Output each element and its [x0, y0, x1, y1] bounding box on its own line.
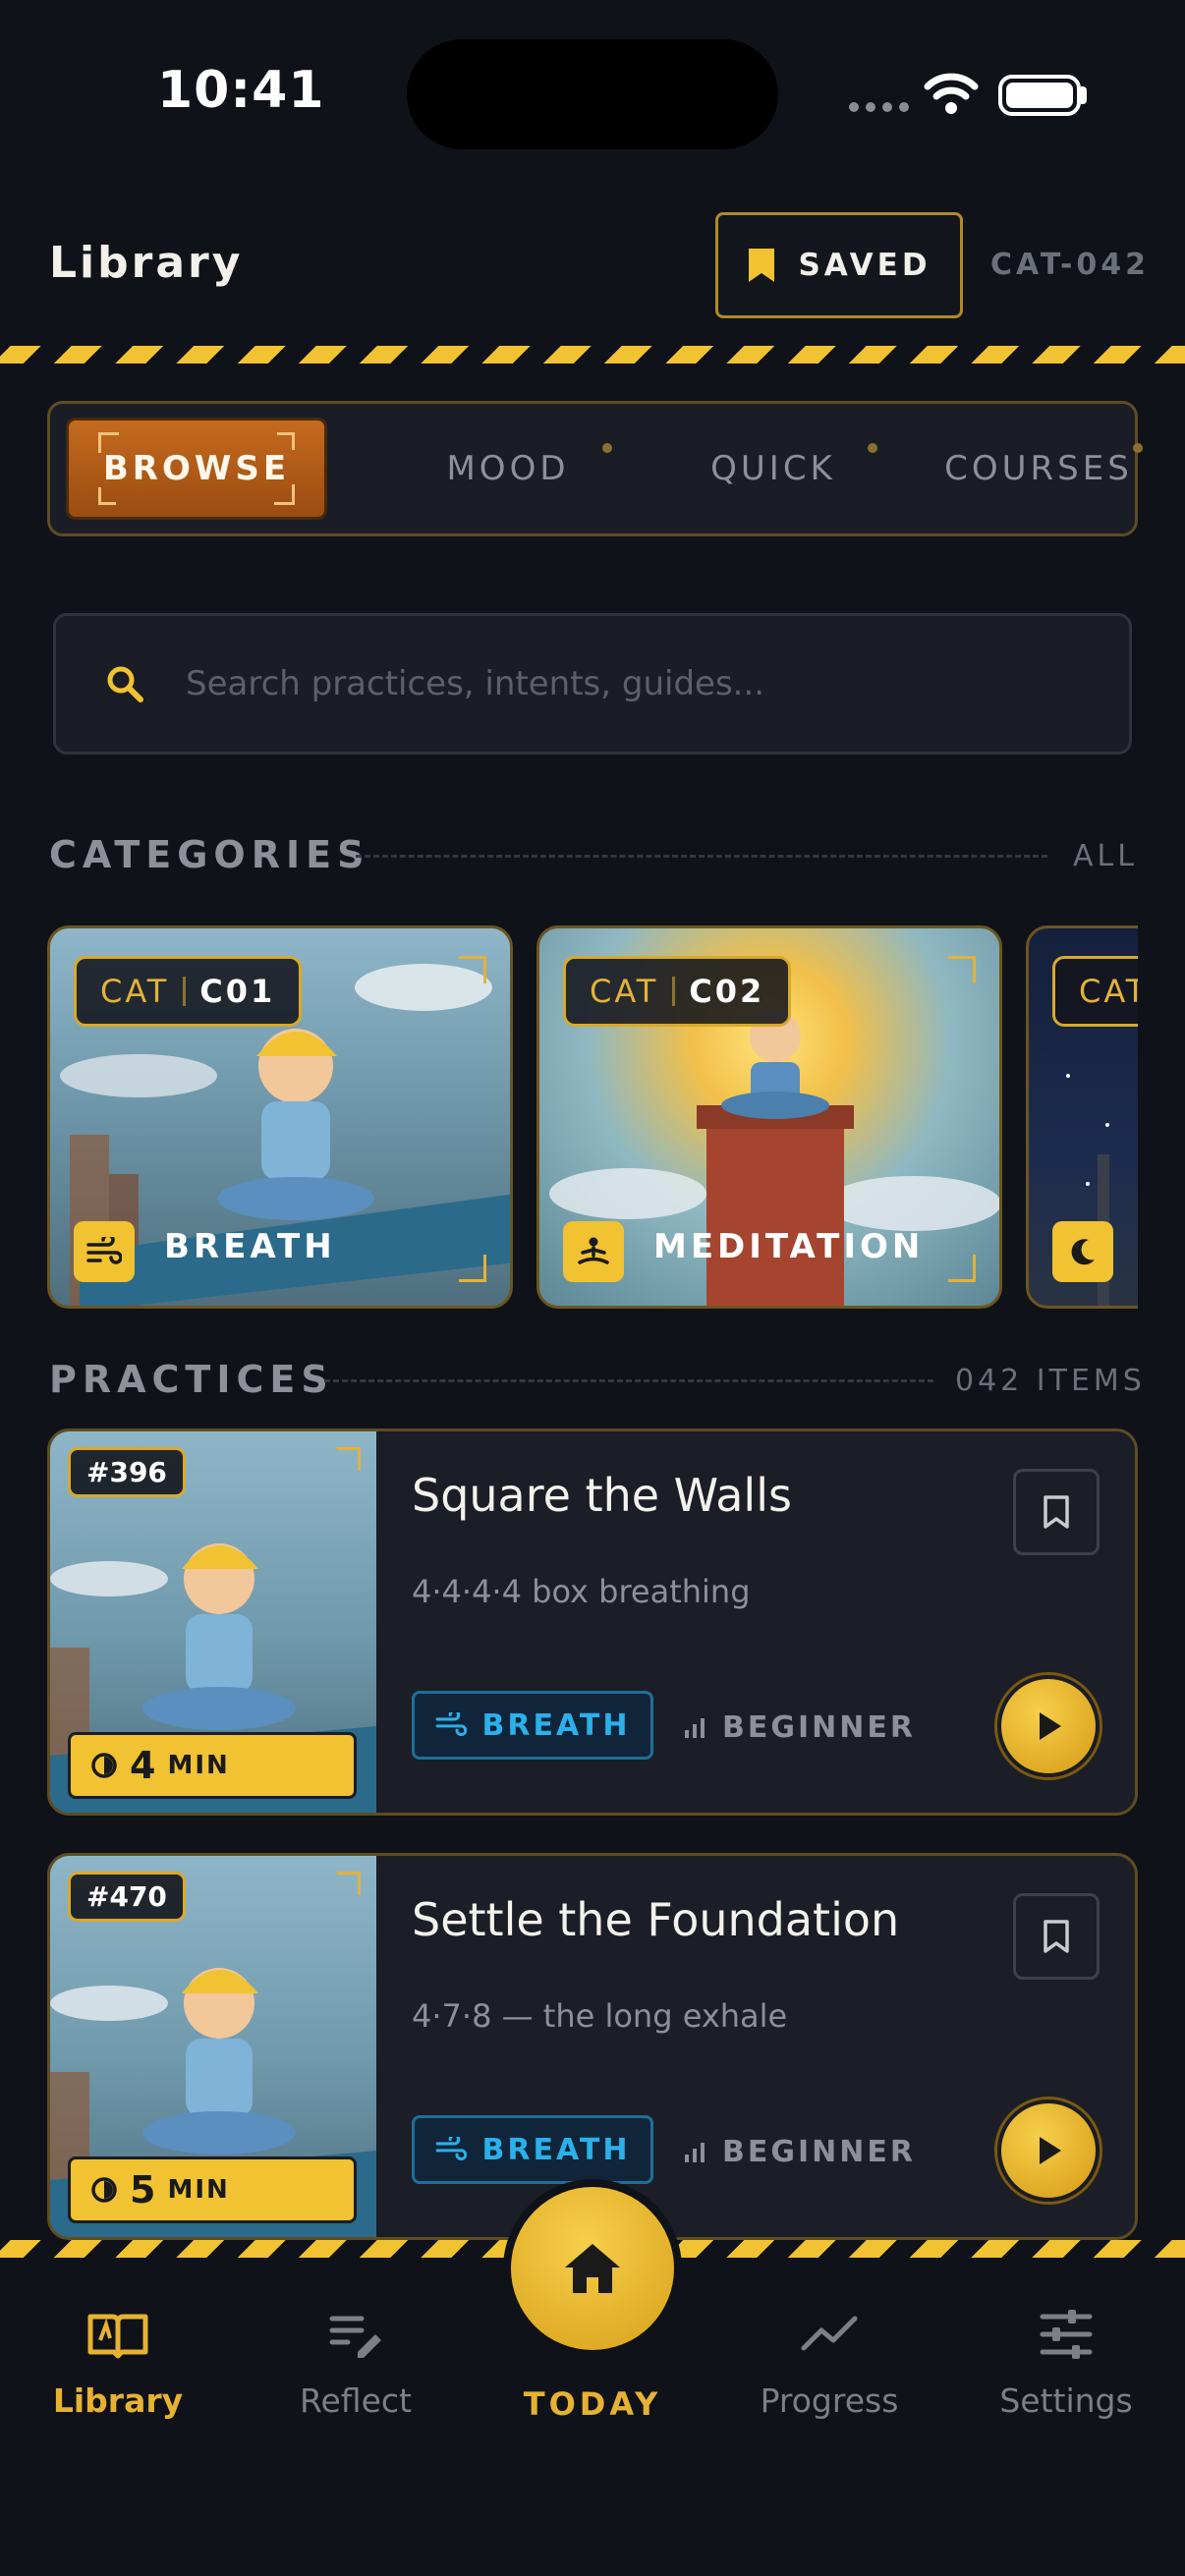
edit-notes-icon: [329, 2316, 381, 2358]
category-card-breath[interactable]: CAT C01 BREATH: [47, 925, 513, 1309]
segmented-tabs: BROWSE MOOD QUICK COURSES: [47, 401, 1143, 536]
search-icon: [107, 666, 143, 702]
practice-thumbnail: #396 4 MIN: [50, 1431, 376, 1813]
timer-icon: [91, 2177, 117, 2203]
tab-courses-label: COURSES: [944, 449, 1133, 488]
tab-courses[interactable]: COURSES: [909, 418, 1168, 520]
wind-icon: [435, 2137, 467, 2161]
tab-quick-label: QUICK: [710, 449, 836, 488]
categories-all-link[interactable]: ALL: [1073, 839, 1138, 873]
today-home-button[interactable]: [503, 2179, 682, 2358]
practices-count: 042 ITEMS: [955, 1364, 1146, 1398]
category-label: BREATH: [164, 1227, 336, 1266]
nav-today-label: TODAY: [523, 2385, 662, 2423]
category-code-pill: CAT C01: [74, 956, 303, 1027]
bookmark-button[interactable]: [1013, 1893, 1100, 1980]
tab-mood-label: MOOD: [446, 449, 570, 488]
search-input[interactable]: [186, 664, 1070, 703]
practice-card[interactable]: #396 4 MIN Square the Walls 4·4·4·4 box b…: [47, 1428, 1138, 1816]
category-label: MEDITATION: [653, 1227, 925, 1266]
play-icon: [1040, 2137, 1061, 2164]
bookmark-outline-icon: [1044, 1920, 1069, 1953]
tab-mood[interactable]: MOOD: [378, 418, 638, 520]
practice-title: Square the Walls: [412, 1469, 792, 1522]
trend-line-icon: [801, 2316, 858, 2351]
play-button[interactable]: [997, 2100, 1100, 2202]
saved-button-label: SAVED: [798, 248, 931, 283]
wifi-icon: [924, 73, 979, 114]
home-icon: [565, 2244, 620, 2293]
wind-icon: [74, 1221, 135, 1282]
nav-library[interactable]: Library: [20, 2309, 216, 2420]
category-card-sleep[interactable]: CAT: [1026, 925, 1138, 1309]
practice-number: #396: [68, 1447, 186, 1497]
category-code-pill: CAT: [1052, 956, 1138, 1027]
timer-icon: [91, 1753, 117, 1778]
hazard-stripe-divider: [0, 346, 1185, 364]
tab-browse[interactable]: BROWSE: [66, 418, 327, 520]
practice-subtitle: 4·7·8 — the long exhale: [412, 1997, 788, 2035]
practice-title: Settle the Foundation: [412, 1893, 900, 1946]
battery-icon: [998, 75, 1081, 116]
book-open-icon: [87, 2314, 148, 2359]
moon-icon: [1052, 1221, 1113, 1282]
practice-level: BEGINNER: [683, 1710, 916, 1745]
nav-settings-label: Settings: [999, 2381, 1133, 2420]
catalog-code: CAT-042: [990, 248, 1151, 282]
bookmark-button[interactable]: [1013, 1469, 1100, 1555]
tab-quick[interactable]: QUICK: [644, 418, 903, 520]
meditation-icon: [563, 1221, 624, 1282]
nav-reflect[interactable]: Reflect: [257, 2309, 454, 2420]
nav-reflect-label: Reflect: [300, 2381, 412, 2420]
wind-icon: [435, 1712, 467, 1737]
practice-tag: BREATH: [412, 1691, 653, 1760]
sliders-icon: [1040, 2310, 1093, 2359]
tab-browse-label: BROWSE: [102, 449, 291, 488]
duration-badge: 5 MIN: [68, 2156, 357, 2223]
nav-progress-label: Progress: [760, 2381, 899, 2420]
practice-level: BEGINNER: [683, 2135, 916, 2169]
category-code-pill: CAT C02: [563, 956, 792, 1027]
nav-progress[interactable]: Progress: [731, 2309, 928, 2420]
bookmark-outline-icon: [1044, 1495, 1069, 1529]
practices-heading: PRACTICES: [49, 1358, 334, 1401]
signal-bars-icon: [685, 2142, 705, 2162]
duration-badge: 4 MIN: [68, 1732, 357, 1799]
signal-bars-icon: [685, 1717, 705, 1738]
practice-number: #470: [68, 1872, 186, 1922]
dynamic-island: [407, 39, 778, 149]
play-icon: [1040, 1712, 1061, 1740]
practice-subtitle: 4·4·4·4 box breathing: [412, 1573, 751, 1610]
practice-tag: BREATH: [412, 2115, 653, 2184]
category-card-meditation[interactable]: CAT C02 MEDITATION: [536, 925, 1002, 1309]
page-title: Library: [49, 238, 244, 288]
play-button[interactable]: [997, 1675, 1100, 1777]
nav-library-label: Library: [52, 2381, 184, 2420]
cellular-signal-icon: [849, 102, 909, 112]
search-bar: [53, 613, 1132, 755]
status-time: 10:41: [157, 61, 325, 120]
bookmark-icon: [749, 249, 775, 282]
saved-button[interactable]: SAVED: [715, 212, 963, 318]
categories-heading: CATEGORIES: [49, 833, 370, 876]
nav-settings[interactable]: Settings: [968, 2309, 1164, 2420]
practice-thumbnail: #470 5 MIN: [50, 1856, 376, 2237]
